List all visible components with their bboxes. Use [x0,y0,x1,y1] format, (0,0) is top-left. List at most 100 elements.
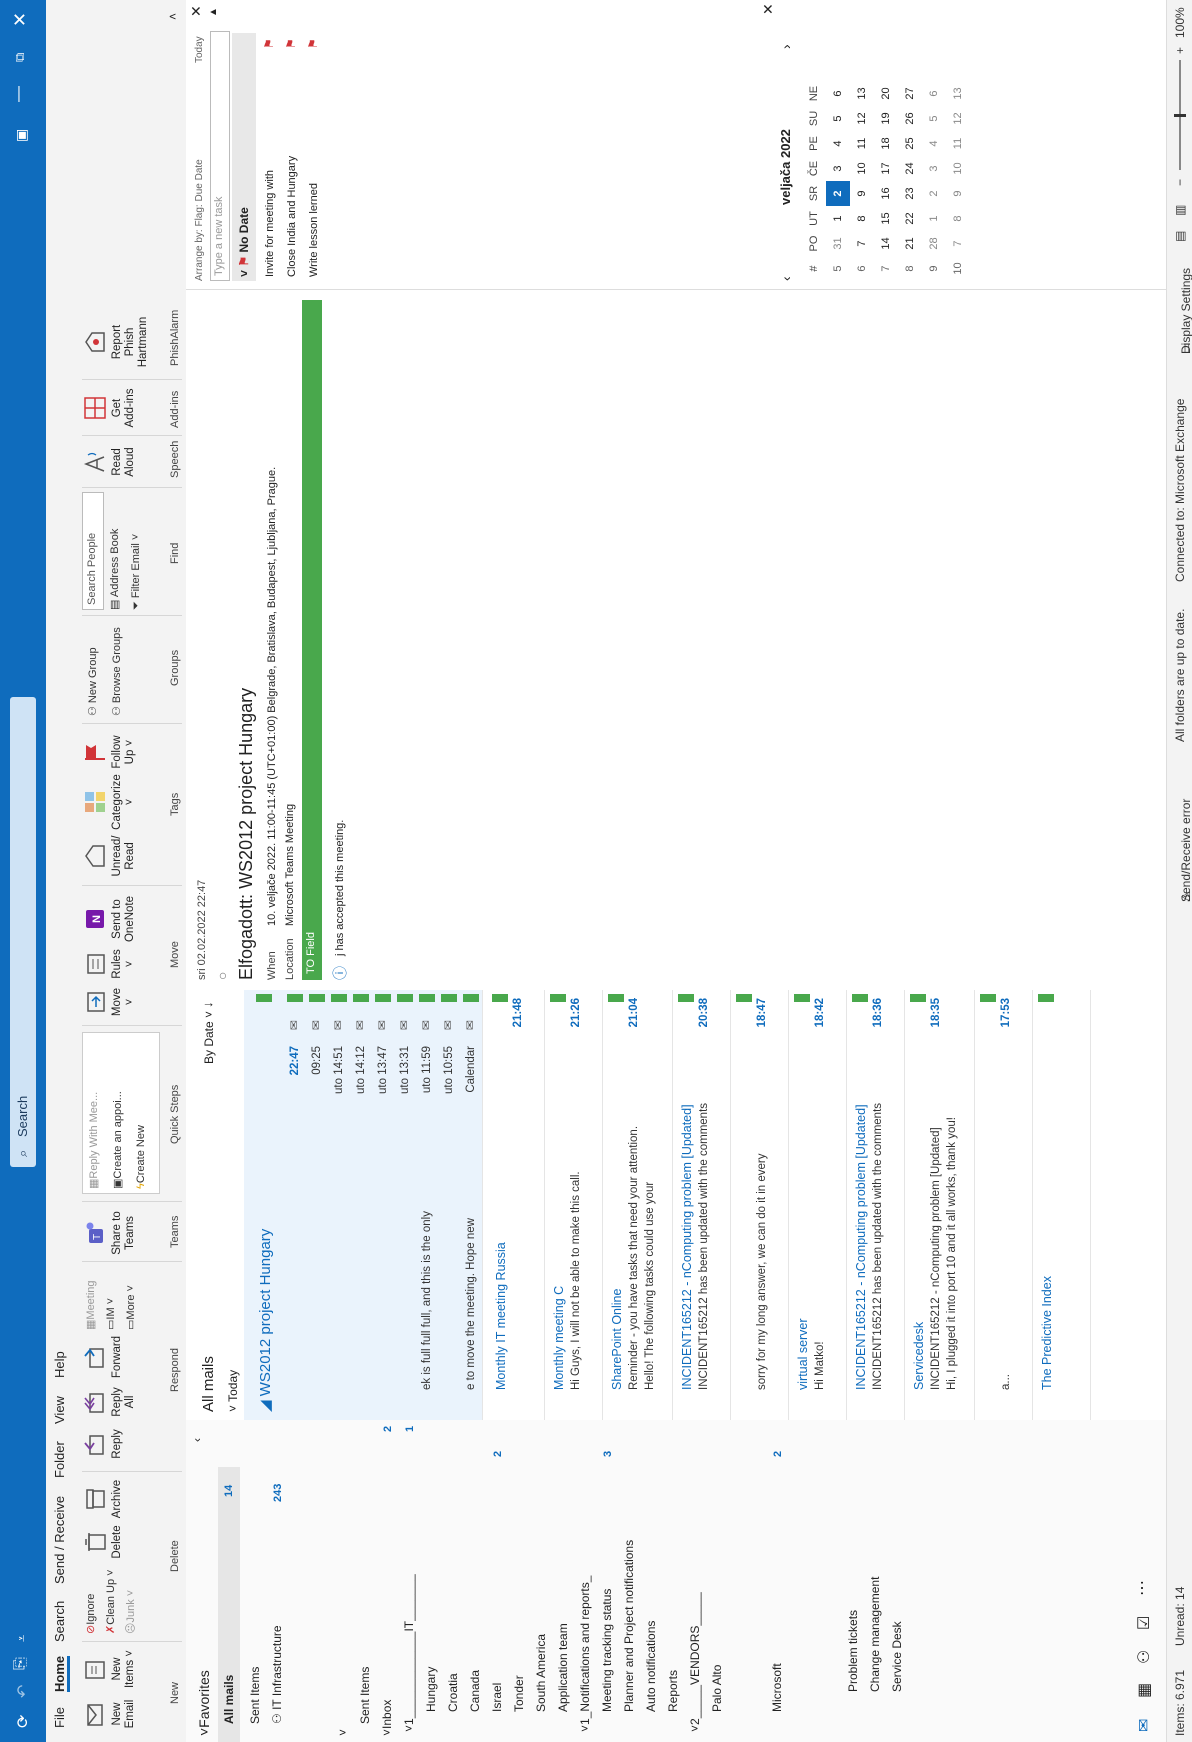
folder-reports[interactable]: Reports [666,1670,680,1712]
follow-up-flag[interactable] [1038,994,1054,1002]
folder-it[interactable]: ˅1_____________IT_______ [402,1574,416,1732]
send-to-onenote-button[interactable]: N Send to OneNote [82,894,137,944]
calendar-day[interactable]: 15 [874,206,898,231]
folder-meeting-tracking[interactable]: Meeting tracking status [600,1589,614,1712]
rules-button[interactable]: Rules ˅ [82,946,137,982]
follow-up-flag[interactable] [736,994,752,1002]
calendar-day[interactable]: 5 [826,106,850,131]
follow-up-flag[interactable] [375,994,391,1002]
follow-up-flag[interactable] [492,994,508,1002]
junk-button[interactable]: ☹Junk ˅ [124,1590,137,1634]
folder-application-team[interactable]: Application team [556,1623,570,1712]
filter-email-button[interactable]: ⏷ Filter Email ˅ [130,534,143,610]
calendar-day[interactable]: 8 [850,206,874,231]
address-book-button[interactable]: ▤ Address Book [108,529,121,610]
folder-change-management[interactable]: Change management [868,1577,882,1692]
normal-view-icon[interactable]: ▤ [1173,231,1187,242]
calendar-day[interactable]: 1 [826,206,850,231]
thread-item[interactable]: e to move the meeting. Hope new Calendar ✉ [460,990,483,1420]
folder-israel[interactable]: Israel [490,1683,504,1712]
follow-up-flag[interactable] [980,994,996,1002]
calendar-day[interactable]: 6 [922,81,946,106]
mail-item[interactable]: Monthly IT meeting Russia 21:48 [486,990,545,1420]
follow-up-flag[interactable] [309,994,325,1002]
task-item[interactable]: Invite for meeting with ⚑ [260,1,282,281]
mail-item[interactable]: INCIDENT165212 - nComputing problem [Upd… [846,990,905,1420]
share-to-teams-button[interactable]: T Share to Teams [82,1210,137,1256]
tab-folder[interactable]: Folder [52,1441,67,1478]
zoom-in-icon[interactable]: + [1173,47,1187,54]
calendar-day[interactable]: 16 [874,181,898,206]
calendar-day[interactable]: 12 [946,106,970,131]
next-month-icon[interactable]: › [778,44,794,49]
close-todo-icon[interactable]: ✕ [188,5,205,17]
folder-auto-notifications[interactable]: Auto notifications [644,1621,658,1712]
collapse-ribbon-icon[interactable]: ˄ [166,13,180,20]
restore-icon[interactable]: ⧉ [12,53,28,62]
calendar-day[interactable]: 19 [874,106,898,131]
tab-file[interactable]: File [52,1707,67,1728]
calendar-day[interactable]: 4 [826,131,850,156]
unread-read-button[interactable]: Unread/ Read [82,832,137,880]
sync-icon[interactable]: ⟳ [13,1715,33,1728]
quickstep-create-new[interactable]: ϟCreate New [135,1125,147,1189]
search-people-input[interactable]: Search People [82,492,104,610]
quickstep-reply-meeting[interactable]: ▦Reply With Mee... [87,1092,100,1189]
scroll-up-icon[interactable]: ▲ [208,7,219,17]
zoom-thumb[interactable] [1174,114,1186,117]
calendar-day[interactable]: 9 [850,181,874,206]
calendar-day[interactable]: 10 [850,156,874,181]
mail-item[interactable]: Servicedesk INCIDENT165212 - nComputing p… [904,990,975,1420]
thread-item[interactable]: uto 13:31 ✉ [394,990,417,1420]
flag-icon[interactable]: ⚑ [284,38,298,49]
new-task-input[interactable]: Type a new task [210,31,230,281]
calendar-day[interactable]: 5 [922,106,946,131]
prev-month-icon[interactable]: ‹ [778,276,794,281]
calendar-day[interactable]: 22 [898,206,922,231]
calendar-day[interactable]: 26 [898,106,922,131]
sort-direction-icon[interactable]: ↓ [200,1002,215,1009]
calendar-day[interactable]: 31 [826,231,850,256]
folder-service-desk[interactable]: Service Desk [890,1621,904,1692]
calendar-day[interactable]: 1 [922,206,946,231]
mail-item[interactable]: virtual server Hi Matko! 18:42 [788,990,847,1420]
folder-canada[interactable]: Canada [468,1670,482,1712]
thread-item[interactable]: uto 10:55 ✉ [438,990,461,1420]
mail-item[interactable]: a... 17:53 [974,990,1033,1420]
mail-item[interactable]: SharePoint Online Reminder - you have tas… [602,990,673,1420]
follow-up-flag[interactable] [287,994,303,1002]
folder-problem-tickets[interactable]: Problem tickets [846,1610,860,1692]
tab-home[interactable]: Home [52,1655,70,1692]
folder-it-infrastructure[interactable]: ⚇ IT Infrastructure [270,1625,284,1724]
new-items-button[interactable]: New Items ˅ [82,1648,137,1690]
calendar-day[interactable]: 24 [898,156,922,181]
calendar-day[interactable]: 20 [874,81,898,106]
folder-all-mails[interactable]: All mails 14 [218,1467,240,1742]
sort-dropdown[interactable]: By Date ˅ [202,1011,216,1064]
get-addins-button[interactable]: Get Add-ins [82,386,137,430]
thread-header[interactable]: ◢ WS2012 project Hungary [244,990,285,1420]
calendar-day[interactable]: 3 [922,156,946,181]
calendar-day[interactable]: 2 [826,181,850,206]
search-box[interactable]: ⌕ Search [10,697,36,1167]
arrange-by[interactable]: Arrange by: Flag: Due Date [194,159,205,281]
follow-up-flag[interactable] [794,994,810,1002]
thread-item[interactable]: uto 14:51 ✉ [328,990,351,1420]
im-button[interactable]: ▭IM ˅ [104,1298,117,1330]
archive-button[interactable]: Archive [82,1478,124,1520]
browse-groups-button[interactable]: ⚇ Browse Groups [110,627,123,716]
delete-button[interactable]: Delete [82,1522,124,1562]
follow-up-flag[interactable] [441,994,457,1002]
folder-croatia[interactable]: Croatia [446,1673,460,1712]
calendar-day[interactable]: 25 [898,131,922,156]
flag-icon[interactable]: ⚑ [306,38,320,49]
new-group-button[interactable]: ⚇ New Group [86,647,99,716]
folder-inbox[interactable]: ˅Inbox [380,1700,394,1736]
calendar-day[interactable]: 7 [850,231,874,256]
folder-sent-items-fav[interactable]: Sent Items [248,1667,262,1724]
thread-item[interactable]: uto 14:12 ✉ [350,990,373,1420]
calendar-day[interactable]: 13 [850,81,874,106]
forward-button[interactable]: Forward [82,1334,124,1380]
thread-item[interactable]: 09:25 ✉ [306,990,329,1420]
customize-qat-icon[interactable]: ⩡ [14,1635,30,1642]
